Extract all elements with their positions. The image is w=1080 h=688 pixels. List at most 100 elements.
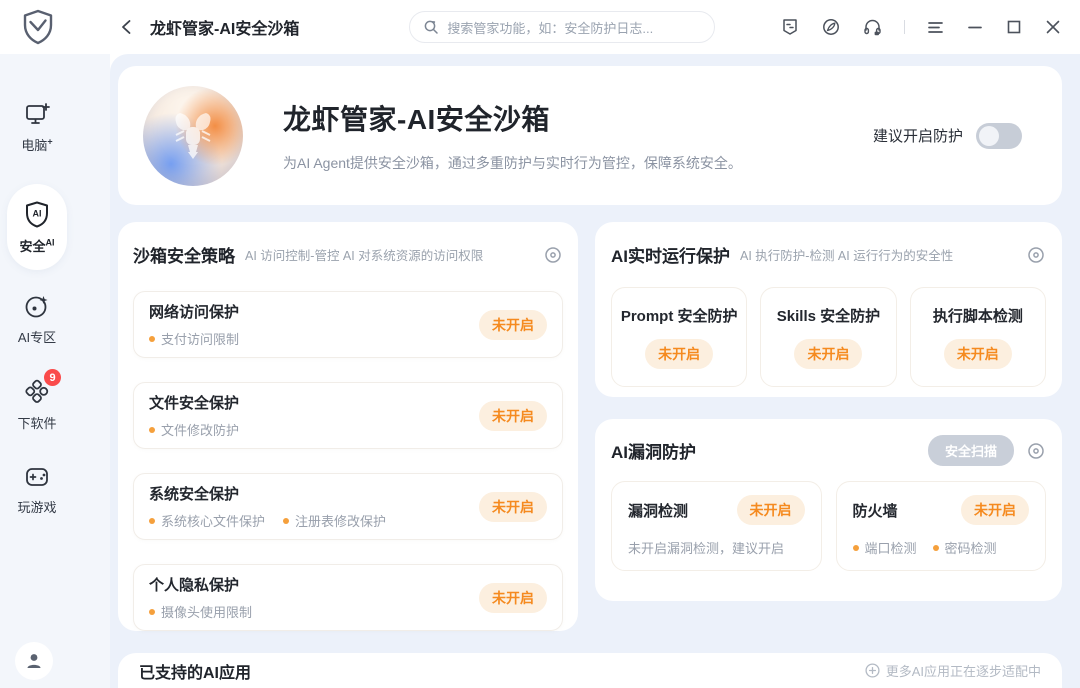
hero-title: 龙虾管家-AI安全沙箱	[283, 98, 742, 138]
protection-toggle[interactable]	[976, 123, 1022, 149]
runtime-item-skills[interactable]: Skills 安全防护 未开启	[760, 287, 896, 387]
supported-apps-card: 已支持的AI应用 更多AI应用正在逐步适配中	[118, 653, 1062, 688]
menu-icon[interactable]	[926, 18, 945, 37]
sidebar-item-computer[interactable]: 电脑+	[7, 100, 67, 154]
hero-subtitle: 为AI Agent提供安全沙箱，通过多重防护与实时行为管控，保障系统安全。	[283, 153, 742, 173]
vuln-tag: 密码检测	[933, 538, 997, 557]
settings-icon[interactable]	[1026, 245, 1046, 265]
security-scan-button[interactable]: 安全扫描	[928, 435, 1014, 466]
sandbox-policy-title: 沙箱安全策略	[133, 242, 235, 267]
close-icon[interactable]	[1044, 18, 1062, 36]
policy-tag: 注册表修改保护	[283, 511, 386, 530]
status-badge: 未开启	[645, 339, 713, 369]
gamepad-icon	[23, 462, 51, 490]
policy-item-privacy[interactable]: 个人隐私保护 摄像头使用限制 未开启	[133, 564, 563, 631]
circle-plus-icon	[865, 663, 880, 678]
policy-item-system[interactable]: 系统安全保护 系统核心文件保护 注册表修改保护 未开启	[133, 473, 563, 540]
policy-tag: 系统核心文件保护	[149, 511, 265, 530]
settings-icon[interactable]	[1026, 441, 1046, 461]
bullet-dot	[933, 545, 939, 551]
sidebar-item-ai-zone[interactable]: AI专区	[7, 292, 67, 346]
sandbox-policy-subtitle: AI 访问控制-管控 AI 对系统资源的访问权限	[245, 245, 483, 264]
policy-tag: 摄像头使用限制	[149, 602, 252, 621]
search-icon	[423, 19, 439, 35]
policy-item-file[interactable]: 文件安全保护 文件修改防护 未开启	[133, 382, 563, 449]
software-count-badge: 9	[44, 369, 61, 386]
policy-item-title: 系统安全保护	[149, 483, 386, 504]
user-avatar[interactable]	[15, 642, 53, 680]
sidebar-item-label: AI专区	[18, 327, 56, 346]
back-icon[interactable]	[118, 18, 136, 36]
policy-item-title: 网络访问保护	[149, 301, 239, 322]
policy-item-title: 个人隐私保护	[149, 574, 252, 595]
runtime-item-title: Prompt 安全防护	[612, 305, 746, 326]
titlebar-actions	[780, 17, 1062, 38]
status-badge: 未开启	[961, 495, 1029, 525]
bullet-dot	[149, 427, 155, 433]
runtime-protection-card: AI实时运行保护 AI 执行防护-检测 AI 运行行为的安全性 Prompt 安…	[595, 222, 1062, 397]
titlebar-divider	[904, 20, 905, 34]
hero-card: 龙虾管家-AI安全沙箱 为AI Agent提供安全沙箱，通过多重防护与实时行为管…	[118, 66, 1062, 205]
sidebar: 电脑+ AI 安全AI AI专区	[0, 54, 110, 688]
status-badge: 未开启	[479, 492, 547, 522]
vuln-item-firewall[interactable]: 防火墙 未开启 端口检测 密码检测	[836, 481, 1047, 571]
person-icon	[24, 651, 44, 671]
policy-tag: 文件修改防护	[149, 420, 239, 439]
headset-icon[interactable]	[862, 17, 883, 38]
sandbox-policy-card: 沙箱安全策略 AI 访问控制-管控 AI 对系统资源的访问权限 网络访问保护 支…	[118, 222, 578, 631]
vuln-item-title: 防火墙	[853, 500, 898, 521]
status-badge: 未开启	[479, 583, 547, 613]
runtime-item-prompt[interactable]: Prompt 安全防护 未开启	[611, 287, 747, 387]
vuln-item-desc: 未开启漏洞检测，建议开启	[628, 538, 805, 557]
vuln-item-title: 漏洞检测	[628, 500, 688, 521]
titlebar: 龙虾管家-AI安全沙箱 搜索管家功能，如：安全防护日志...	[0, 0, 1080, 54]
status-badge: 未开启	[944, 339, 1012, 369]
settings-icon[interactable]	[543, 245, 563, 265]
more-apps-note[interactable]: 更多AI应用正在逐步适配中	[865, 661, 1041, 680]
compass-sparkle-icon	[23, 292, 51, 320]
feather-icon[interactable]	[821, 17, 841, 37]
maximize-icon[interactable]	[1005, 18, 1023, 36]
search-input[interactable]: 搜索管家功能，如：安全防护日志...	[409, 11, 715, 43]
vuln-protection-title: AI漏洞防护	[611, 438, 696, 463]
minimize-icon[interactable]	[966, 18, 984, 36]
bullet-dot	[283, 518, 289, 524]
vuln-item-detection[interactable]: 漏洞检测 未开启 未开启漏洞检测，建议开启	[611, 481, 822, 571]
app-logo-shield-icon	[18, 7, 58, 47]
sidebar-item-label: 玩游戏	[17, 497, 56, 516]
supported-apps-title: 已支持的AI应用	[139, 659, 251, 683]
runtime-protection-title: AI实时运行保护	[611, 242, 730, 267]
sidebar-item-games[interactable]: 玩游戏	[7, 462, 67, 516]
status-badge: 未开启	[479, 401, 547, 431]
sidebar-item-label: 电脑+	[21, 135, 52, 154]
runtime-item-script[interactable]: 执行脚本检测 未开启	[910, 287, 1046, 387]
bullet-dot	[149, 518, 155, 524]
more-apps-note-text: 更多AI应用正在逐步适配中	[886, 661, 1041, 680]
shield-ai-icon: AI	[22, 199, 52, 229]
sidebar-item-label: 下软件	[17, 413, 56, 432]
policy-item-network[interactable]: 网络访问保护 支付访问限制 未开启	[133, 291, 563, 358]
sidebar-item-label: 安全AI	[19, 236, 54, 255]
svg-text:AI: AI	[33, 209, 42, 219]
policy-tag: 支付访问限制	[149, 329, 239, 348]
runtime-item-title: Skills 安全防护	[761, 305, 895, 326]
runtime-protection-subtitle: AI 执行防护-检测 AI 运行行为的安全性	[740, 245, 953, 264]
main-content: 龙虾管家-AI安全沙箱 为AI Agent提供安全沙箱，通过多重防护与实时行为管…	[110, 54, 1080, 688]
toggle-knob	[979, 126, 999, 146]
bullet-dot	[149, 336, 155, 342]
status-badge: 未开启	[479, 310, 547, 340]
sidebar-item-security-ai[interactable]: AI 安全AI	[7, 184, 67, 270]
bullet-dot	[853, 545, 859, 551]
monitor-plus-icon	[23, 100, 51, 128]
policy-item-title: 文件安全保护	[149, 392, 239, 413]
message-badge-icon[interactable]	[780, 17, 800, 37]
app-window: 龙虾管家-AI安全沙箱 搜索管家功能，如：安全防护日志...	[0, 0, 1080, 688]
status-badge: 未开启	[794, 339, 862, 369]
page-title: 龙虾管家-AI安全沙箱	[150, 15, 299, 39]
status-badge: 未开启	[737, 495, 805, 525]
search-placeholder: 搜索管家功能，如：安全防护日志...	[447, 18, 653, 37]
lobster-logo	[143, 86, 243, 186]
bullet-dot	[149, 609, 155, 615]
vuln-tag: 端口检测	[853, 538, 917, 557]
sidebar-item-software[interactable]: 9 下软件	[7, 376, 67, 432]
